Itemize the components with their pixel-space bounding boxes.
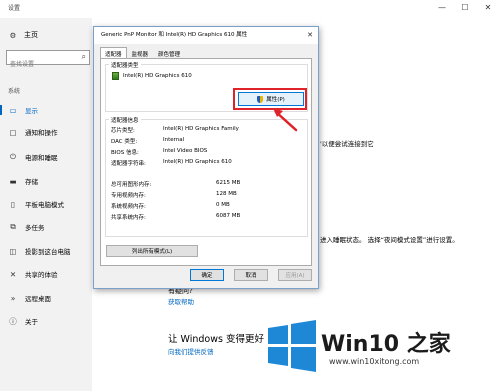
sidebar-item-label: 通知和操作	[25, 129, 58, 137]
close-icon[interactable]: ✕	[482, 2, 494, 14]
apply-button[interactable]: 应用(A)	[278, 269, 312, 281]
search-box[interactable]: ⌕	[6, 50, 90, 71]
graphics-card-icon	[112, 72, 119, 80]
adapter-info-label: 适配器信息	[109, 116, 141, 124]
info-value: Internal	[163, 137, 185, 143]
settings-titlebar: 设置 — ☐ ✕	[0, 0, 500, 18]
sidebar-item-notifications[interactable]: ▢ 通知和操作	[0, 122, 92, 142]
sidebar-item-shared-experiences[interactable]: ✕ 共享的体验	[0, 264, 92, 284]
info-key: DAC 类型:	[111, 139, 138, 145]
annotation-arrow-icon	[273, 108, 298, 132]
memory-value: 6215 MB	[216, 180, 241, 186]
storage-icon: ▬	[9, 176, 17, 186]
sidebar-item-about[interactable]: ⓘ 关于	[0, 311, 92, 331]
cancel-button[interactable]: 取消	[234, 269, 268, 281]
list-all-modes-button[interactable]: 列出所有模式(L)	[106, 245, 198, 257]
properties-dialog: Generic PnP Monitor 和 Intel(R) HD Graphi…	[93, 26, 319, 289]
sidebar-item-display[interactable]: ▭ 显示	[0, 100, 92, 120]
memory-key: 总可用图形内存:	[111, 182, 152, 188]
info-key: 适配器字符串:	[111, 161, 146, 167]
sidebar-home-label: 主页	[24, 31, 38, 39]
memory-value: 6087 MB	[216, 213, 241, 219]
remote-desktop-icon: »	[10, 293, 16, 303]
sidebar-item-label: 多任务	[25, 224, 45, 232]
sidebar-item-label: 投影到这台电脑	[25, 248, 71, 256]
sidebar-item-label: 存储	[25, 178, 38, 186]
sidebar-home[interactable]: ⚙ 主页	[8, 30, 38, 40]
watermark-url: www.win10xitong.com	[329, 357, 420, 366]
background-text-connect: '以便尝试连接到它	[320, 140, 374, 148]
project-icon: ◫	[9, 246, 17, 256]
improve-windows-heading: 让 Windows 变得更好	[168, 334, 264, 345]
sidebar-section-label: 系统	[8, 88, 21, 95]
info-key: BIOS 信息:	[111, 150, 139, 156]
memory-value: 0 MB	[216, 202, 230, 208]
memory-key: 共享系统内存:	[111, 215, 146, 221]
share-icon: ✕	[9, 269, 17, 279]
memory-key: 系统视频内存:	[111, 204, 146, 210]
search-input[interactable]	[7, 58, 73, 71]
display-icon: ▭	[9, 105, 17, 115]
sidebar-item-label: 电源和睡眠	[25, 154, 58, 162]
search-icon[interactable]: ⌕	[82, 52, 86, 62]
about-icon: ⓘ	[9, 316, 17, 326]
get-help-link[interactable]: 获取帮助	[168, 296, 194, 306]
dialog-title: Generic PnP Monitor 和 Intel(R) HD Graphi…	[94, 27, 318, 44]
sidebar-item-multitasking[interactable]: ⧉ 多任务	[0, 217, 92, 237]
info-value: Intel Video BIOS	[163, 148, 208, 154]
give-feedback-link[interactable]: 向我们提供反馈	[168, 346, 214, 356]
sidebar-item-projecting[interactable]: ◫ 投影到这台电脑	[0, 241, 92, 261]
windows-logo-icon	[268, 320, 316, 372]
minimize-icon[interactable]: —	[436, 2, 448, 14]
background-text-night-light: 进入睡眠状态。 选择“夜间模式设置”进行设置。	[320, 236, 459, 244]
ok-button[interactable]: 确定	[190, 269, 224, 281]
info-value: Intel(R) HD Graphics Family	[163, 126, 239, 132]
dialog-close-icon[interactable]: ✕	[307, 27, 313, 44]
tab-color-management[interactable]: 颜色管理	[153, 47, 185, 58]
sidebar-item-label: 远程桌面	[25, 295, 51, 303]
sidebar-item-label: 平板电脑模式	[25, 201, 64, 209]
dialog-tabs: 适配器 监视器 颜色管理	[100, 47, 185, 58]
tab-adapter[interactable]: 适配器	[100, 47, 127, 58]
settings-sidebar: ⚙ 主页 ⌕ 系统 ▭ 显示 ▢ 通知和操作 ⏻ 电源和睡眠 ▬ 存储 ▯ 平板…	[0, 18, 92, 391]
memory-key: 专用视频内存:	[111, 193, 146, 199]
sidebar-item-label: 显示	[25, 107, 38, 115]
sidebar-item-tablet[interactable]: ▯ 平板电脑模式	[0, 194, 92, 214]
adapter-info-group: 适配器信息 芯片类型: Intel(R) HD Graphics Family …	[105, 116, 308, 237]
info-value: Intel(R) HD Graphics 610	[163, 159, 232, 165]
sidebar-item-remote-desktop[interactable]: » 远程桌面	[0, 288, 92, 308]
tab-monitor[interactable]: 监视器	[127, 47, 154, 58]
multitask-icon: ⧉	[10, 222, 16, 231]
maximize-icon[interactable]: ☐	[459, 2, 471, 14]
memory-value: 128 MB	[216, 191, 237, 197]
info-key: 芯片类型:	[111, 128, 135, 134]
sidebar-item-power[interactable]: ⏻ 电源和睡眠	[0, 147, 92, 167]
sidebar-item-label: 关于	[25, 318, 38, 326]
adapter-name: Intel(R) HD Graphics 610	[123, 73, 192, 79]
app-title: 设置	[8, 5, 21, 12]
notification-icon: ▢	[9, 127, 17, 137]
tablet-icon: ▯	[10, 199, 16, 209]
adapter-type-label: 适配器类型	[109, 61, 141, 69]
dialog-title-text: Generic PnP Monitor 和 Intel(R) HD Graphi…	[101, 32, 248, 38]
watermark-brand: Win10 之家	[321, 332, 451, 357]
sidebar-item-label: 共享的体验	[25, 271, 58, 279]
sidebar-item-storage[interactable]: ▬ 存储	[0, 171, 92, 191]
power-icon: ⏻	[10, 152, 16, 161]
gear-icon: ⚙	[9, 30, 17, 40]
